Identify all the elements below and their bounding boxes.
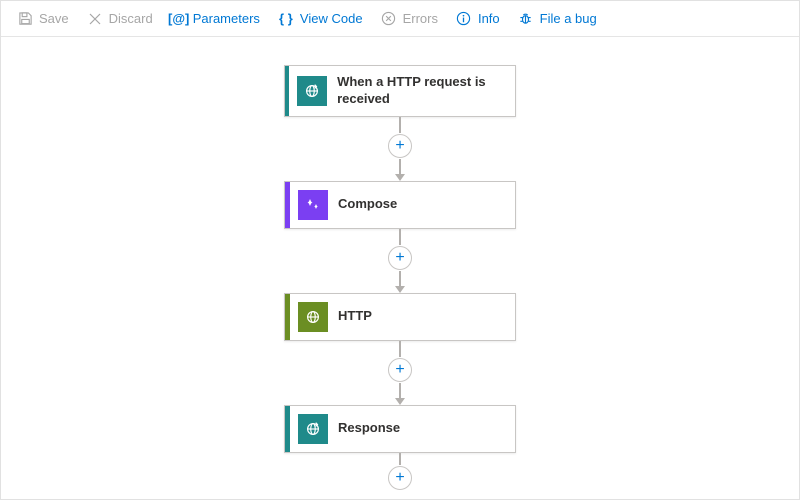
compose-label: Compose <box>338 196 407 213</box>
parameters-button[interactable]: [@] Parameters <box>163 7 268 31</box>
http-label: HTTP <box>338 308 382 325</box>
step-accent <box>285 406 290 452</box>
info-icon <box>456 11 472 27</box>
response-label: Response <box>338 420 410 437</box>
save-icon <box>17 11 33 27</box>
file-bug-button[interactable]: File a bug <box>510 7 605 31</box>
add-step-button[interactable]: + <box>388 134 412 158</box>
compose-step[interactable]: Compose <box>284 181 516 229</box>
bug-icon <box>518 11 534 27</box>
discard-label: Discard <box>109 11 153 26</box>
info-label: Info <box>478 11 500 26</box>
connector: + <box>388 229 412 293</box>
code-braces-icon: { } <box>278 11 294 27</box>
parameters-label: Parameters <box>193 11 260 26</box>
save-button[interactable]: Save <box>9 7 77 31</box>
errors-button[interactable]: Errors <box>373 7 446 31</box>
errors-label: Errors <box>403 11 438 26</box>
info-button[interactable]: Info <box>448 7 508 31</box>
parameters-icon: [@] <box>171 11 187 27</box>
add-step-button[interactable]: + <box>388 358 412 382</box>
toolbar: Save Discard [@] Parameters { } View Cod… <box>1 1 799 37</box>
http-request-icon <box>297 76 327 106</box>
connector: + <box>388 341 412 405</box>
step-accent <box>285 66 289 116</box>
connector-end: + <box>388 453 412 491</box>
connector: + <box>388 117 412 181</box>
view-code-label: View Code <box>300 11 363 26</box>
http-step[interactable]: HTTP <box>284 293 516 341</box>
errors-icon <box>381 11 397 27</box>
file-bug-label: File a bug <box>540 11 597 26</box>
discard-icon <box>87 11 103 27</box>
trigger-step[interactable]: When a HTTP request is received <box>284 65 516 117</box>
view-code-button[interactable]: { } View Code <box>270 7 371 31</box>
step-accent <box>285 182 290 228</box>
http-globe-icon <box>298 302 328 332</box>
response-icon <box>298 414 328 444</box>
add-step-button[interactable]: + <box>388 466 412 490</box>
save-label: Save <box>39 11 69 26</box>
add-step-button[interactable]: + <box>388 246 412 270</box>
response-step[interactable]: Response <box>284 405 516 453</box>
step-accent <box>285 294 290 340</box>
discard-button[interactable]: Discard <box>79 7 161 31</box>
workflow-canvas: When a HTTP request is received + Compos… <box>1 37 799 499</box>
compose-icon <box>298 190 328 220</box>
trigger-label: When a HTTP request is received <box>337 66 515 116</box>
